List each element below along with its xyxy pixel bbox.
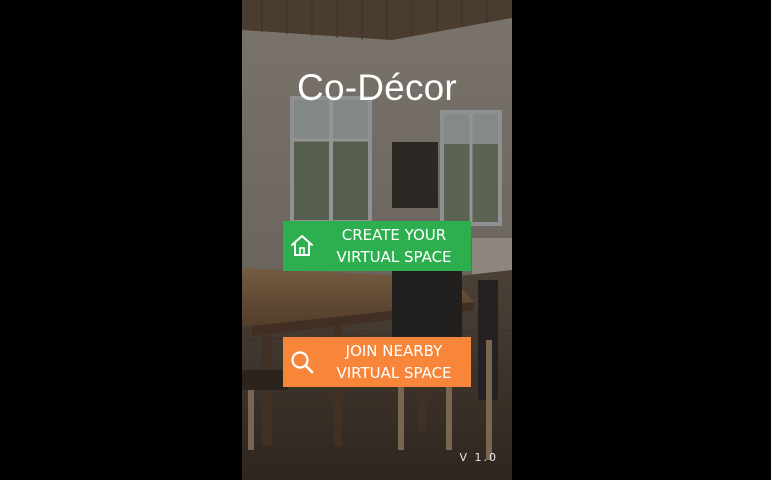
search-icon bbox=[283, 337, 321, 387]
screen: Co-Décor CREATE YOUR VIRTUAL SPACE JOIN … bbox=[0, 0, 771, 480]
join-label-line1: JOIN NEARBY bbox=[345, 342, 443, 360]
join-nearby-space-button[interactable]: JOIN NEARBY VIRTUAL SPACE bbox=[283, 337, 471, 387]
app-title: Co-Décor bbox=[297, 67, 457, 108]
create-virtual-space-button[interactable]: CREATE YOUR VIRTUAL SPACE bbox=[283, 221, 471, 271]
create-virtual-space-label: CREATE YOUR VIRTUAL SPACE bbox=[321, 224, 471, 268]
create-label-line1: CREATE YOUR bbox=[341, 226, 447, 244]
home-icon bbox=[283, 221, 321, 271]
version-label: V 1.0 bbox=[459, 451, 498, 464]
join-nearby-space-label: JOIN NEARBY VIRTUAL SPACE bbox=[321, 340, 471, 384]
join-label-line2: VIRTUAL SPACE bbox=[336, 364, 452, 382]
create-label-line2: VIRTUAL SPACE bbox=[336, 248, 452, 266]
app-screen: Co-Décor CREATE YOUR VIRTUAL SPACE JOIN … bbox=[242, 0, 512, 480]
